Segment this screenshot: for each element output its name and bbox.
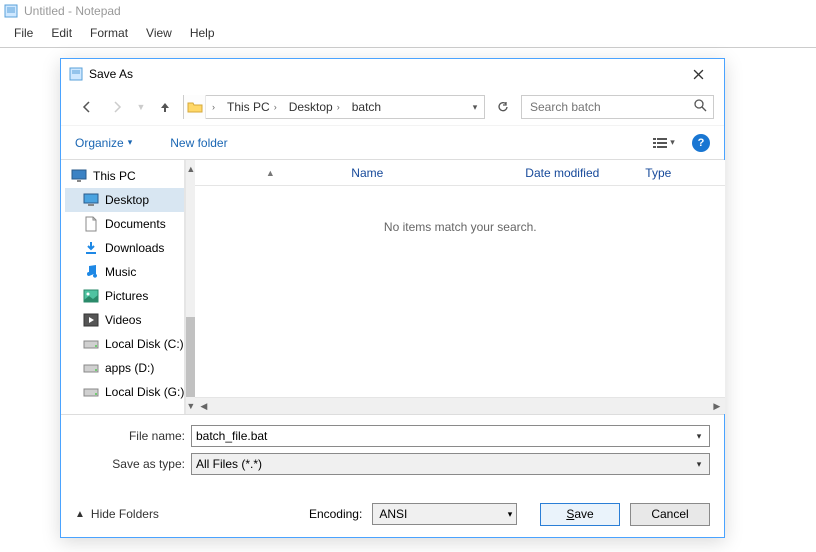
filename-input[interactable]: batch_file.bat: [196, 429, 267, 443]
column-date[interactable]: Date modified: [525, 166, 645, 180]
bottom-row: ▲ Hide Folders Encoding: ANSI ▾ Save Can…: [61, 491, 724, 537]
breadcrumb-this-pc[interactable]: This PC: [227, 100, 270, 114]
scroll-right-icon[interactable]: ▶: [708, 398, 725, 414]
close-button[interactable]: [680, 62, 716, 86]
notepad-title: Untitled - Notepad: [24, 4, 121, 18]
chevron-down-icon: ▾: [128, 137, 133, 148]
chevron-right-icon: ›: [212, 102, 215, 112]
notepad-icon: [4, 4, 18, 18]
monitor-icon: [71, 168, 87, 184]
nav-forward-button[interactable]: [105, 95, 129, 119]
music-icon: [83, 264, 99, 280]
nav-recent-button[interactable]: ▼: [135, 95, 147, 119]
folder-icon: [184, 95, 206, 119]
chevron-down-icon[interactable]: ▾: [691, 428, 707, 444]
new-folder-button[interactable]: New folder: [170, 136, 227, 150]
column-headers: ▲ Name Date modified Type: [195, 160, 725, 186]
scroll-left-icon[interactable]: ◀: [195, 398, 212, 414]
address-bar[interactable]: › This PC › Desktop › batch ▾: [183, 95, 485, 119]
tree-item-this-pc[interactable]: This PC: [65, 164, 184, 188]
organize-button[interactable]: Organize ▾: [75, 136, 132, 150]
cancel-button[interactable]: Cancel: [630, 503, 710, 526]
downloads-icon: [83, 240, 99, 256]
tree-item-local-disk-c-[interactable]: Local Disk (C:): [65, 332, 184, 356]
chevron-up-icon: ▲: [75, 509, 85, 520]
menu-view[interactable]: View: [138, 24, 180, 42]
breadcrumb-desktop[interactable]: Desktop: [289, 100, 333, 114]
tree-scrollbar[interactable]: ▲ ▼: [185, 160, 195, 414]
menu-edit[interactable]: Edit: [43, 24, 80, 42]
dialog-icon: [69, 67, 83, 81]
encoding-value: ANSI: [379, 507, 407, 521]
savetype-label: Save as type:: [75, 457, 185, 471]
tree-item-documents[interactable]: Documents: [65, 212, 184, 236]
sort-indicator[interactable]: ▲: [205, 168, 335, 178]
savetype-value: All Files (*.*): [196, 457, 262, 471]
save-as-dialog: Save As ▼ › This PC› Deskt: [60, 58, 725, 538]
tree-item-downloads[interactable]: Downloads: [65, 236, 184, 260]
scroll-up-icon[interactable]: ▲: [186, 160, 195, 177]
filename-combo[interactable]: batch_file.bat ▾: [191, 425, 710, 447]
filename-label: File name:: [75, 429, 185, 443]
desktop-icon: [83, 192, 99, 208]
encoding-label: Encoding:: [309, 507, 362, 521]
notepad-titlebar: Untitled - Notepad: [0, 0, 816, 22]
documents-icon: [83, 216, 99, 232]
pictures-icon: [83, 288, 99, 304]
chevron-right-icon: ›: [337, 102, 340, 112]
empty-message: No items match your search.: [195, 220, 725, 234]
view-options-button[interactable]: ▾: [646, 132, 682, 154]
menu-file[interactable]: File: [6, 24, 41, 42]
column-type[interactable]: Type: [645, 166, 725, 180]
search-box[interactable]: [521, 95, 714, 119]
tree-item-desktop[interactable]: Desktop: [65, 188, 184, 212]
tree-item-local-disk-g-[interactable]: Local Disk (G:): [65, 380, 184, 404]
hide-folders-button[interactable]: ▲ Hide Folders: [75, 507, 159, 521]
disk-icon: [83, 384, 99, 400]
nav-row: ▼ › This PC › Desktop › batch ▾: [61, 89, 724, 125]
chevron-down-icon: ▾: [670, 137, 675, 148]
nav-up-button[interactable]: [153, 95, 177, 119]
disk-icon: [83, 360, 99, 376]
address-dropdown[interactable]: ▾: [466, 95, 484, 119]
column-name[interactable]: Name: [335, 166, 525, 180]
refresh-button[interactable]: [491, 95, 515, 119]
disk-icon: [83, 336, 99, 352]
videos-icon: [83, 312, 99, 328]
help-button[interactable]: ?: [692, 134, 710, 152]
chevron-down-icon[interactable]: ▾: [508, 509, 513, 520]
file-list-area: ▲ Name Date modified Type No items match…: [195, 160, 725, 414]
folder-tree: This PCDesktopDocumentsDownloadsMusicPic…: [61, 160, 185, 414]
dialog-titlebar[interactable]: Save As: [61, 59, 724, 89]
search-icon: [694, 99, 707, 115]
tree-item-apps-d-[interactable]: apps (D:): [65, 356, 184, 380]
notepad-divider: [0, 47, 816, 48]
savetype-combo[interactable]: All Files (*.*) ▾: [191, 453, 710, 475]
tree-item-music[interactable]: Music: [65, 260, 184, 284]
menu-format[interactable]: Format: [82, 24, 136, 42]
dialog-title: Save As: [89, 67, 133, 81]
scroll-down-icon[interactable]: ▼: [186, 397, 195, 414]
horizontal-scrollbar[interactable]: ◀ ▶: [195, 397, 725, 414]
encoding-combo[interactable]: ANSI ▾: [372, 503, 517, 525]
breadcrumb-batch[interactable]: batch: [352, 100, 381, 114]
save-button[interactable]: Save: [540, 503, 620, 526]
tree-item-pictures[interactable]: Pictures: [65, 284, 184, 308]
notepad-menubar: File Edit Format View Help: [0, 22, 816, 44]
search-input[interactable]: [528, 99, 694, 115]
chevron-right-icon: ›: [274, 102, 277, 112]
tree-item-videos[interactable]: Videos: [65, 308, 184, 332]
menu-help[interactable]: Help: [182, 24, 223, 42]
chevron-down-icon[interactable]: ▾: [691, 456, 707, 472]
toolbar: Organize ▾ New folder ▾ ?: [61, 125, 724, 159]
nav-back-button[interactable]: [75, 95, 99, 119]
